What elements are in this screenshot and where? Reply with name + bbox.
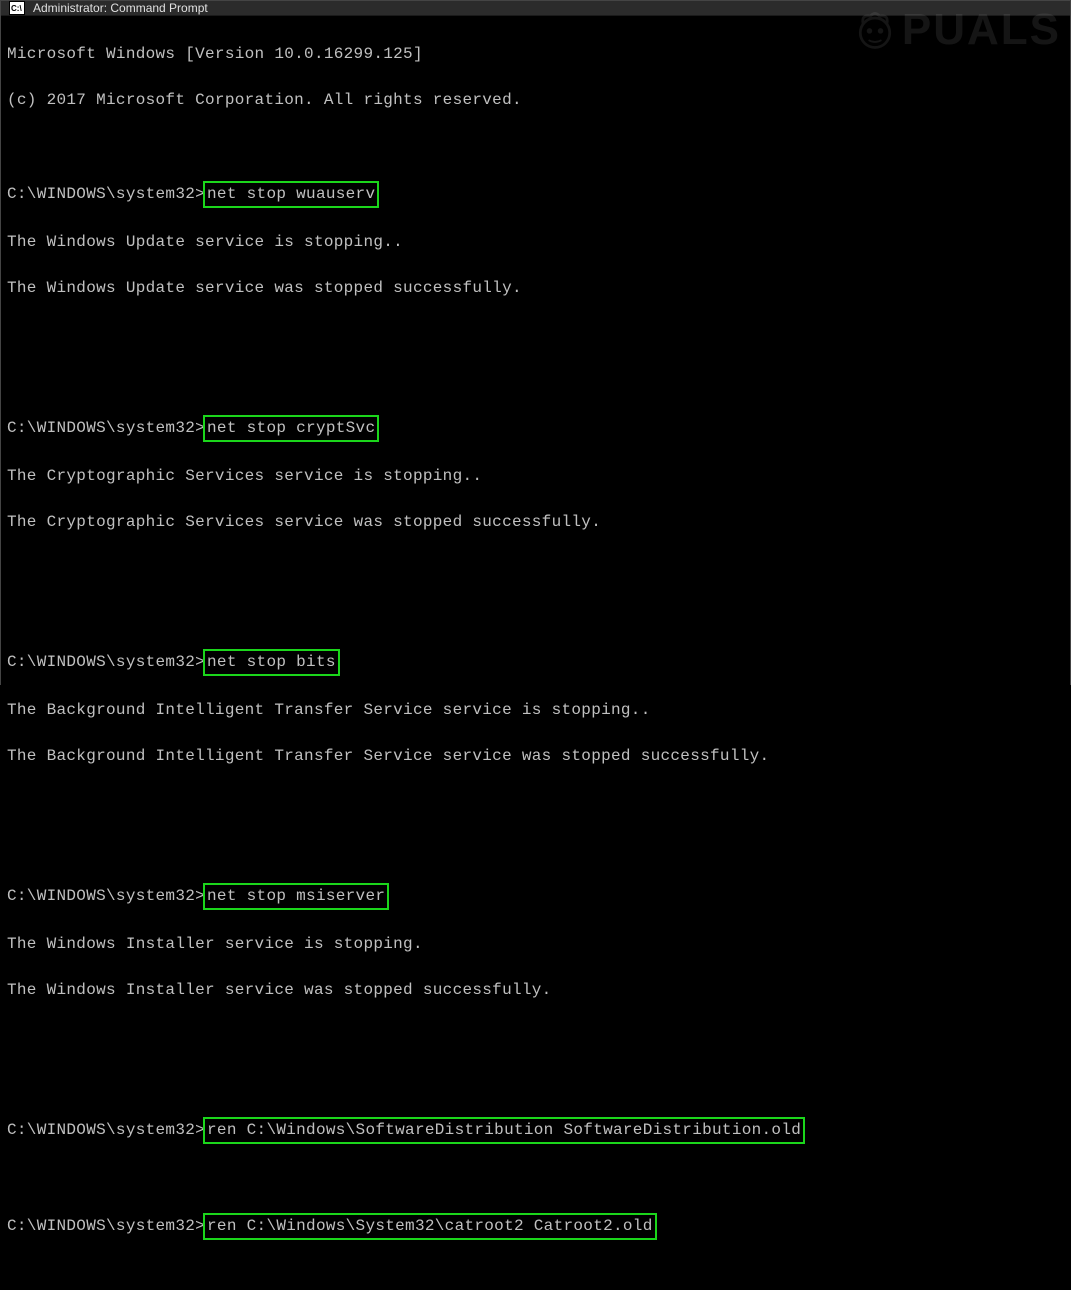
header-line: Microsoft Windows [Version 10.0.16299.12… — [7, 43, 1064, 66]
prompt: C:\WINDOWS\system32> — [7, 1121, 205, 1139]
blank-line — [7, 837, 1064, 860]
blank-line — [7, 1071, 1064, 1094]
output-line: The Windows Installer service is stoppin… — [7, 933, 1064, 956]
blank-line — [7, 1167, 1064, 1190]
command-prompt-window: C:\ Administrator: Command Prompt Micros… — [0, 0, 1071, 685]
window-title: Administrator: Command Prompt — [33, 1, 208, 15]
output-line: The Windows Update service was stopped s… — [7, 277, 1064, 300]
output-line: The Background Intelligent Transfer Serv… — [7, 699, 1064, 722]
command-line: C:\WINDOWS\system32>net stop bits — [7, 649, 1064, 676]
terminal-area[interactable]: Microsoft Windows [Version 10.0.16299.12… — [1, 16, 1070, 1290]
titlebar[interactable]: C:\ Administrator: Command Prompt — [1, 1, 1070, 16]
highlighted-command: net stop bits — [203, 649, 340, 676]
command-line: C:\WINDOWS\system32>ren C:\Windows\Syste… — [7, 1213, 1064, 1240]
command-line: C:\WINDOWS\system32>net stop wuauserv — [7, 181, 1064, 208]
output-line: The Background Intelligent Transfer Serv… — [7, 745, 1064, 768]
highlighted-command: net stop wuauserv — [203, 181, 379, 208]
highlighted-command: net stop cryptSvc — [203, 415, 379, 442]
prompt: C:\WINDOWS\system32> — [7, 185, 205, 203]
blank-line — [7, 791, 1064, 814]
output-line: The Windows Update service is stopping.. — [7, 231, 1064, 254]
blank-line — [7, 323, 1064, 346]
command-line: C:\WINDOWS\system32>ren C:\Windows\Softw… — [7, 1117, 1064, 1144]
blank-line — [7, 603, 1064, 626]
prompt: C:\WINDOWS\system32> — [7, 887, 205, 905]
blank-line — [7, 135, 1064, 158]
output-line: The Cryptographic Services service was s… — [7, 511, 1064, 534]
header-line: (c) 2017 Microsoft Corporation. All righ… — [7, 89, 1064, 112]
prompt: C:\WINDOWS\system32> — [7, 1217, 205, 1235]
highlighted-command: ren C:\Windows\System32\catroot2 Catroot… — [203, 1213, 657, 1240]
blank-line — [7, 1025, 1064, 1048]
highlighted-command: ren C:\Windows\SoftwareDistribution Soft… — [203, 1117, 805, 1144]
output-line: The Cryptographic Services service is st… — [7, 465, 1064, 488]
blank-line — [7, 557, 1064, 580]
command-line: C:\WINDOWS\system32>net stop msiserver — [7, 883, 1064, 910]
output-line: The Windows Installer service was stoppe… — [7, 979, 1064, 1002]
highlighted-command: net stop msiserver — [203, 883, 389, 910]
prompt: C:\WINDOWS\system32> — [7, 419, 205, 437]
blank-line — [7, 369, 1064, 392]
cmd-icon: C:\ — [9, 1, 25, 15]
prompt: C:\WINDOWS\system32> — [7, 653, 205, 671]
command-line: C:\WINDOWS\system32>net stop cryptSvc — [7, 415, 1064, 442]
